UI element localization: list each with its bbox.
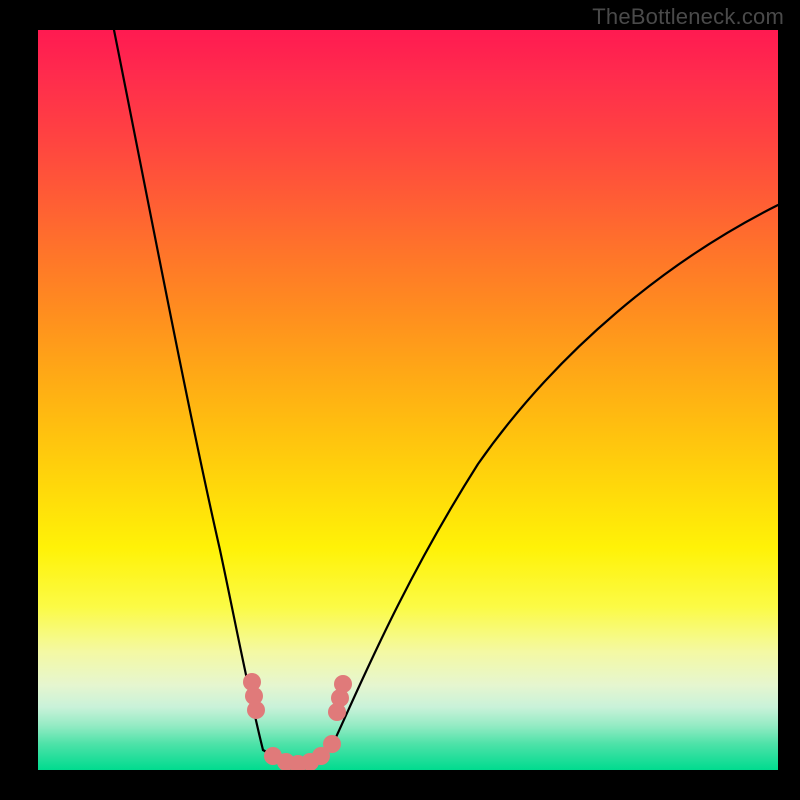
- valley-markers: [243, 673, 352, 770]
- marker-dot: [247, 701, 265, 719]
- plot-area: [38, 30, 778, 770]
- curve-layer: [38, 30, 778, 770]
- marker-dot: [323, 735, 341, 753]
- marker-dot: [334, 675, 352, 693]
- curve-left-branch: [114, 30, 263, 750]
- watermark-text: TheBottleneck.com: [592, 4, 784, 30]
- chart-frame: TheBottleneck.com: [0, 0, 800, 800]
